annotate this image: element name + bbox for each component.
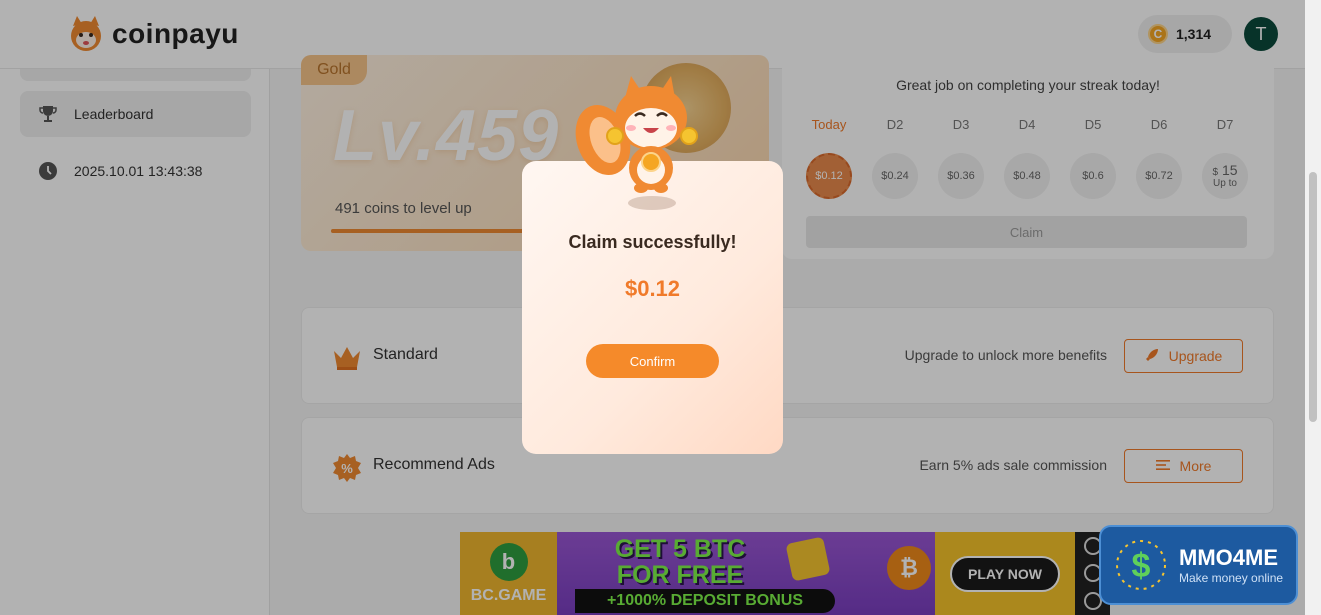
modal-amount: $0.12	[624, 276, 681, 301]
confirm-button[interactable]: Confirm	[586, 344, 719, 378]
squirrel-mascot-icon	[575, 70, 705, 210]
page-scrollbar[interactable]	[1305, 0, 1321, 615]
watermark-title: MMO4ME	[1179, 545, 1278, 570]
modal-title: Claim successfully!	[568, 232, 737, 252]
scrollbar-thumb[interactable]	[1309, 172, 1317, 422]
svg-text:$: $	[1132, 547, 1151, 585]
watermark-subtitle: Make money online	[1179, 571, 1284, 585]
dollar-stars-logo-icon: $	[1111, 535, 1171, 595]
mmo4me-watermark: $ MMO4ME Make money online	[1099, 525, 1298, 605]
